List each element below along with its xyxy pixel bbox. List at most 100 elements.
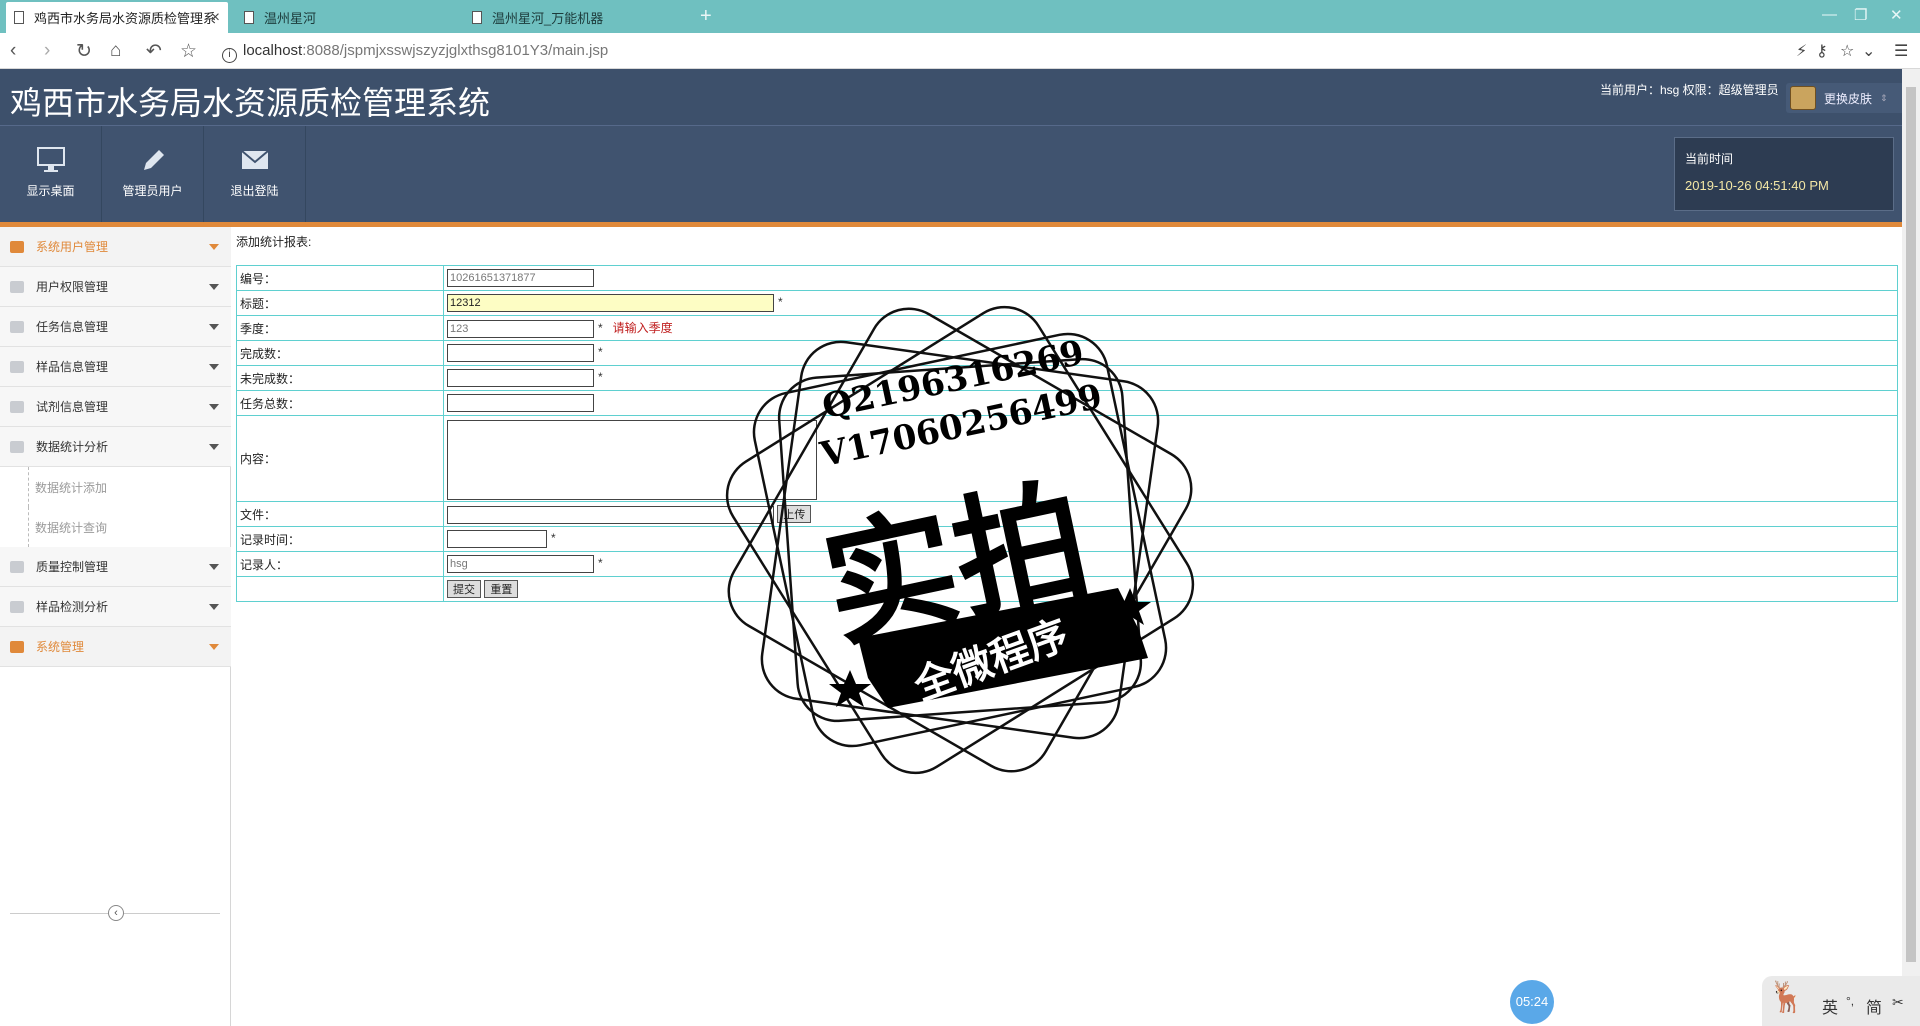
- address-bar-row: ‹ › ↻ ⌂ ↶ ☆ i localhost:8088/jspmjxsswjsz…: [0, 33, 1920, 69]
- logout-button[interactable]: 退出登陆: [204, 126, 306, 222]
- sidebar-item-statistics[interactable]: 数据统计分析: [0, 427, 231, 467]
- restore-icon[interactable]: ❐: [1854, 6, 1867, 24]
- tab-title: 鸡西市水务局水资源质检管理系: [34, 11, 217, 26]
- uncompleted-count-input[interactable]: [447, 369, 594, 387]
- logout-label: 退出登陆: [230, 184, 279, 198]
- content-textarea[interactable]: [447, 419, 817, 500]
- sidebar-item-tasks[interactable]: 任务信息管理: [0, 307, 231, 347]
- calendar-icon: [10, 440, 24, 453]
- admin-users-button[interactable]: 管理员用户: [102, 126, 204, 222]
- completed-count-input[interactable]: [447, 344, 594, 362]
- reset-button[interactable]: 重置: [484, 580, 519, 598]
- chevron-down-icon: [209, 324, 219, 330]
- field-label: 文件：: [236, 501, 444, 527]
- floating-clock[interactable]: 05:24: [1510, 980, 1554, 1024]
- time-label: 当前时间: [1685, 152, 1734, 166]
- key-icon[interactable]: ⚷: [1816, 41, 1828, 61]
- field-cell: *: [443, 551, 1898, 577]
- menu-icon[interactable]: ☰: [1894, 41, 1908, 61]
- show-desktop-button[interactable]: 显示桌面: [0, 126, 102, 222]
- sidebar-subitem-stats-add[interactable]: 数据统计添加: [28, 467, 107, 507]
- page-scrollbar[interactable]: [1902, 69, 1920, 1026]
- admin-users-label: 管理员用户: [122, 184, 183, 198]
- lightning-icon[interactable]: ⚡: [1796, 41, 1807, 61]
- ime-skin-icon[interactable]: ✂: [1892, 994, 1904, 1011]
- ime-punct-icon[interactable]: °,: [1846, 994, 1854, 1008]
- submit-button[interactable]: 提交: [447, 580, 481, 598]
- form-row: 记录时间： *: [236, 526, 1898, 552]
- required-mark: *: [778, 295, 783, 309]
- home-icon[interactable]: ⌂: [110, 40, 121, 62]
- chevron-down-icon: [209, 244, 219, 250]
- bookmark-star-icon[interactable]: ☆: [180, 40, 197, 63]
- sidebar-item-reagents[interactable]: 试剂信息管理: [0, 387, 231, 427]
- url-field[interactable]: i localhost:8088/jspmjxsswjszyzjglxthsg81…: [222, 42, 608, 63]
- field-label: 未完成数：: [236, 365, 444, 391]
- minimize-icon[interactable]: —: [1822, 6, 1837, 23]
- recorder-input[interactable]: [447, 555, 594, 573]
- tab-title: 温州星河_万能机器: [492, 11, 604, 26]
- upload-button[interactable]: 上传: [777, 504, 812, 523]
- browser-tab-active[interactable]: 鸡西市水务局水资源质检管理系 ×: [6, 2, 228, 33]
- tab-title: 温州星河: [264, 11, 317, 26]
- page-icon: [472, 11, 482, 24]
- reload-icon[interactable]: ↻: [76, 40, 92, 63]
- caret-icon: ⇕: [1880, 92, 1888, 103]
- chevron-down-icon[interactable]: ⌄: [1862, 41, 1875, 61]
- sidebar-item-system-management[interactable]: 系统管理: [0, 627, 231, 667]
- record-time-input[interactable]: [447, 530, 547, 548]
- empty-cell: [236, 576, 444, 602]
- sidebar-item-system-users[interactable]: 系统用户管理: [0, 227, 231, 267]
- chevron-down-icon: [209, 604, 219, 610]
- ime-mode[interactable]: 简: [1866, 994, 1882, 1018]
- required-mark: *: [551, 531, 556, 545]
- ime-toolbar[interactable]: 🦌 英 °, 简 ✂: [1762, 976, 1920, 1026]
- scrollbar-thumb[interactable]: [1906, 87, 1916, 962]
- sidebar-item-label: 系统管理: [36, 640, 85, 654]
- form-row: 编号：: [236, 265, 1898, 291]
- field-cell: * 请输入季度: [443, 315, 1898, 341]
- title-input[interactable]: [447, 294, 774, 312]
- chevron-down-icon: [209, 364, 219, 370]
- sidebar-item-sample-analysis[interactable]: 样品检测分析: [0, 587, 231, 627]
- field-cell: *: [443, 526, 1898, 552]
- field-label: 内容：: [236, 415, 444, 502]
- close-window-icon[interactable]: ✕: [1890, 6, 1903, 24]
- sidebar-item-quality-control[interactable]: 质量控制管理: [0, 547, 231, 587]
- browser-tab[interactable]: 温州星河: [236, 2, 456, 33]
- monitor-icon: [10, 320, 24, 333]
- file-input[interactable]: [447, 505, 774, 524]
- sidebar-item-samples[interactable]: 样品信息管理: [0, 347, 231, 387]
- button-cell: 提交 重置: [443, 576, 1898, 602]
- time-value: 2019-10-26 04:51:40 PM: [1685, 178, 1829, 193]
- chevron-down-icon: [209, 444, 219, 450]
- sidebar-subitem-stats-query[interactable]: 数据统计查询: [28, 507, 107, 547]
- browser-tab[interactable]: 温州星河_万能机器: [464, 2, 684, 33]
- favorite-icon[interactable]: ☆: [1840, 41, 1854, 61]
- required-mark: *: [598, 370, 603, 384]
- close-icon[interactable]: ×: [211, 9, 220, 27]
- back-icon[interactable]: ‹: [10, 40, 16, 62]
- sidebar-item-permissions[interactable]: 用户权限管理: [0, 267, 231, 307]
- field-cell: [443, 415, 1898, 502]
- form-row: 季度： * 请输入季度: [236, 315, 1898, 341]
- sidebar-item-label: 用户权限管理: [36, 280, 109, 294]
- current-user-info: 当前用户：hsg 权限：超级管理员: [1600, 83, 1779, 97]
- total-tasks-input[interactable]: [447, 394, 594, 412]
- url-path: :8088/jspmjxsswjszyzjglxthsg8101Y3/main.…: [302, 42, 609, 59]
- layout-icon: [10, 400, 24, 413]
- id-input[interactable]: [447, 269, 594, 287]
- form-row: 未完成数： *: [236, 365, 1898, 391]
- current-time-panel: 当前时间 2019-10-26 04:51:40 PM: [1674, 137, 1894, 211]
- change-skin-button[interactable]: 更换皮肤 ⇕: [1786, 83, 1910, 113]
- chevron-down-icon: [209, 564, 219, 570]
- lifebuoy-icon: [10, 560, 24, 573]
- new-tab-button[interactable]: +: [700, 5, 712, 28]
- undo-icon[interactable]: ↶: [146, 40, 162, 63]
- field-label: 标题：: [236, 290, 444, 316]
- forward-icon[interactable]: ›: [44, 40, 50, 62]
- field-cell: 上传: [443, 501, 1898, 527]
- collapse-sidebar-icon[interactable]: ‹: [108, 905, 124, 921]
- quarter-input[interactable]: [447, 319, 594, 338]
- ime-language[interactable]: 英: [1822, 994, 1838, 1018]
